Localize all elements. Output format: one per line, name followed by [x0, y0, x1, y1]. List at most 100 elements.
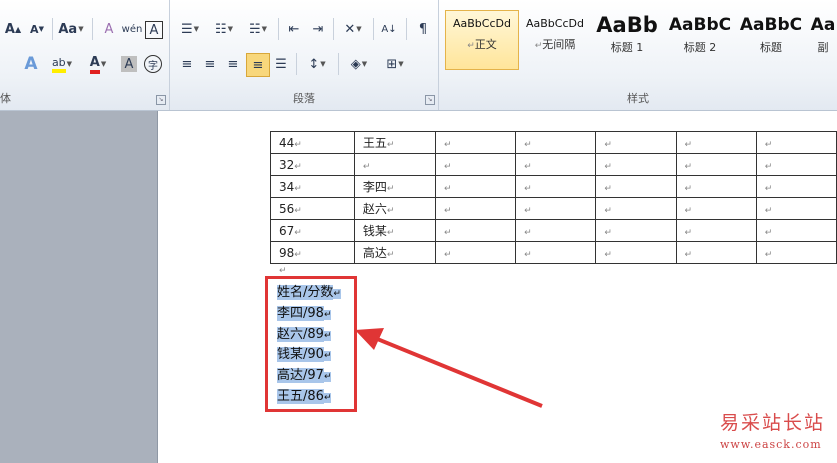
table-cell[interactable]: 98↵: [270, 241, 355, 264]
table-cell[interactable]: ↵: [675, 219, 757, 242]
style-normal[interactable]: AaBbCcDd ↵正文: [445, 10, 519, 70]
cell-text: 56: [279, 201, 295, 216]
table-cell[interactable]: 赵六↵: [353, 197, 436, 220]
style-normal-label: 正文: [474, 38, 497, 51]
table-cell[interactable]: ↵: [434, 219, 517, 242]
show-marks-icon[interactable]: ¶: [412, 18, 434, 40]
cell-end-mark: ↵: [524, 205, 532, 216]
table-cell[interactable]: ↵: [595, 153, 677, 176]
char-border-icon[interactable]: A: [145, 21, 163, 39]
table-cell[interactable]: ↵: [675, 175, 757, 198]
paragraph-shading-icon[interactable]: ◈ ▼: [344, 53, 374, 75]
enclose-char-icon[interactable]: 字: [144, 55, 162, 73]
bullets-icon[interactable]: ☰ ▼: [176, 18, 204, 40]
char-shading-icon[interactable]: A: [121, 56, 137, 72]
cell-text: 高达: [362, 246, 387, 260]
clear-format-icon[interactable]: A: [98, 18, 120, 40]
chinese-layout-icon[interactable]: ✕ ▼: [338, 18, 368, 40]
table-cell[interactable]: ↵: [755, 153, 837, 176]
style-no-spacing[interactable]: AaBbCcDd ↵无间隔: [519, 10, 591, 70]
paragraph-dialog-launcher-icon[interactable]: ↘: [425, 95, 435, 105]
style-subtitle[interactable]: Aa 副: [807, 10, 837, 70]
table-cell[interactable]: ↵: [434, 241, 517, 264]
highlight-annotation-box: [265, 276, 357, 412]
highlight-icon[interactable]: ab ▼: [48, 53, 76, 75]
table-cell[interactable]: ↵: [515, 197, 597, 220]
cell-end-mark: ↵: [524, 183, 532, 194]
table-cell[interactable]: ↵: [434, 175, 517, 198]
cell-end-mark: ↵: [443, 227, 452, 238]
cell-end-mark: ↵: [604, 139, 612, 150]
align-left-icon[interactable]: ≡: [176, 53, 198, 75]
line-spacing-icon[interactable]: ↕ ▼: [302, 53, 332, 75]
table-cell[interactable]: ↵: [595, 241, 677, 264]
table-cell[interactable]: ↵: [755, 219, 837, 242]
font-color-icon[interactable]: A ▼: [84, 53, 112, 75]
cell-end-mark: ↵: [443, 183, 452, 194]
cell-end-mark: ↵: [443, 249, 452, 260]
change-case-icon[interactable]: Aa ▼: [57, 18, 85, 40]
table-cell[interactable]: ↵: [515, 131, 597, 154]
table-cell[interactable]: ↵: [434, 131, 517, 154]
style-heading-2[interactable]: AaBbC 标题 2: [664, 10, 736, 70]
align-right-icon[interactable]: ≡: [222, 53, 244, 75]
table-cell[interactable]: 44↵: [270, 131, 355, 154]
decrease-indent-icon[interactable]: ⇤: [283, 18, 305, 40]
cell-end-mark: ↵: [294, 249, 302, 260]
table-cell[interactable]: ↵: [755, 197, 837, 220]
table-cell[interactable]: ↵: [515, 219, 597, 242]
cell-end-mark: ↵: [443, 161, 452, 172]
table-cell[interactable]: ↵: [434, 153, 517, 176]
increase-indent-icon[interactable]: ⇥: [307, 18, 329, 40]
borders-icon[interactable]: ⊞ ▼: [380, 53, 410, 75]
multilevel-list-icon[interactable]: ☵ ▼: [244, 18, 272, 40]
table-cell[interactable]: ↵: [755, 175, 837, 198]
table-cell[interactable]: ↵: [595, 219, 677, 242]
sort-icon[interactable]: A↓: [378, 18, 400, 40]
table-cell[interactable]: ↵: [755, 131, 837, 154]
table-cell[interactable]: 67↵: [270, 219, 355, 242]
table-cell[interactable]: ↵: [755, 241, 837, 264]
table-cell[interactable]: ↵: [595, 175, 677, 198]
table-cell[interactable]: ↵: [675, 131, 757, 154]
shrink-font-icon[interactable]: A ▼: [26, 18, 48, 40]
font-dialog-launcher-icon[interactable]: ↘: [156, 95, 166, 105]
table-cell[interactable]: 李四↵: [353, 175, 436, 198]
table-cell[interactable]: 高达↵: [353, 241, 436, 264]
annotation-arrow: [355, 328, 543, 408]
style-heading-1-label: 标题 1: [610, 41, 644, 54]
table-cell[interactable]: ↵: [595, 131, 677, 154]
grow-font-icon[interactable]: A ▲: [2, 18, 24, 40]
table-cell[interactable]: ↵: [675, 153, 757, 176]
text-effect-icon[interactable]: A: [20, 53, 42, 75]
table-cell[interactable]: 56↵: [270, 197, 355, 220]
table-cell[interactable]: 34↵: [270, 175, 355, 198]
cell-end-mark: ↵: [294, 183, 302, 194]
cell-text: 王五: [362, 136, 387, 150]
table-cell[interactable]: ↵: [515, 153, 597, 176]
table-cell[interactable]: ↵: [675, 197, 757, 220]
table-cell[interactable]: ↵: [434, 197, 517, 220]
cell-end-mark: ↵: [764, 205, 773, 216]
phonetic-guide-icon[interactable]: wén: [121, 18, 143, 40]
numbering-icon[interactable]: ☷ ▼: [210, 18, 238, 40]
cell-end-mark: ↵: [443, 205, 452, 216]
cell-text: 赵六: [362, 202, 387, 216]
table-cell[interactable]: ↵: [595, 197, 677, 220]
cell-end-mark: ↵: [386, 228, 395, 238]
table-row: 32↵ ↵ ↵ ↵ ↵ ↵ ↵: [270, 153, 837, 176]
table-cell[interactable]: 王五↵: [353, 131, 436, 154]
table-cell[interactable]: ↵: [515, 175, 597, 198]
watermark-title: 易采站长站: [720, 412, 826, 434]
table-cell[interactable]: 32↵: [270, 153, 355, 176]
justify-icon[interactable]: ≡: [246, 53, 270, 77]
table-cell[interactable]: ↵: [515, 241, 597, 264]
ribbon: A ▲ A ▼ Aa ▼ A wén A A ab ▼ A ▼ A 字 体 ↘ ☰ ▼ ☷ ▼…: [0, 0, 837, 111]
table-cell[interactable]: 钱某↵: [353, 219, 436, 242]
align-center-icon[interactable]: ≡: [199, 53, 221, 75]
style-heading-1[interactable]: AaBb 标题 1: [591, 10, 663, 70]
table-cell[interactable]: ↵: [675, 241, 757, 264]
table-cell[interactable]: ↵: [353, 153, 436, 176]
style-title[interactable]: AaBbC 标题: [735, 10, 807, 70]
distributed-icon[interactable]: ☰: [270, 53, 292, 75]
